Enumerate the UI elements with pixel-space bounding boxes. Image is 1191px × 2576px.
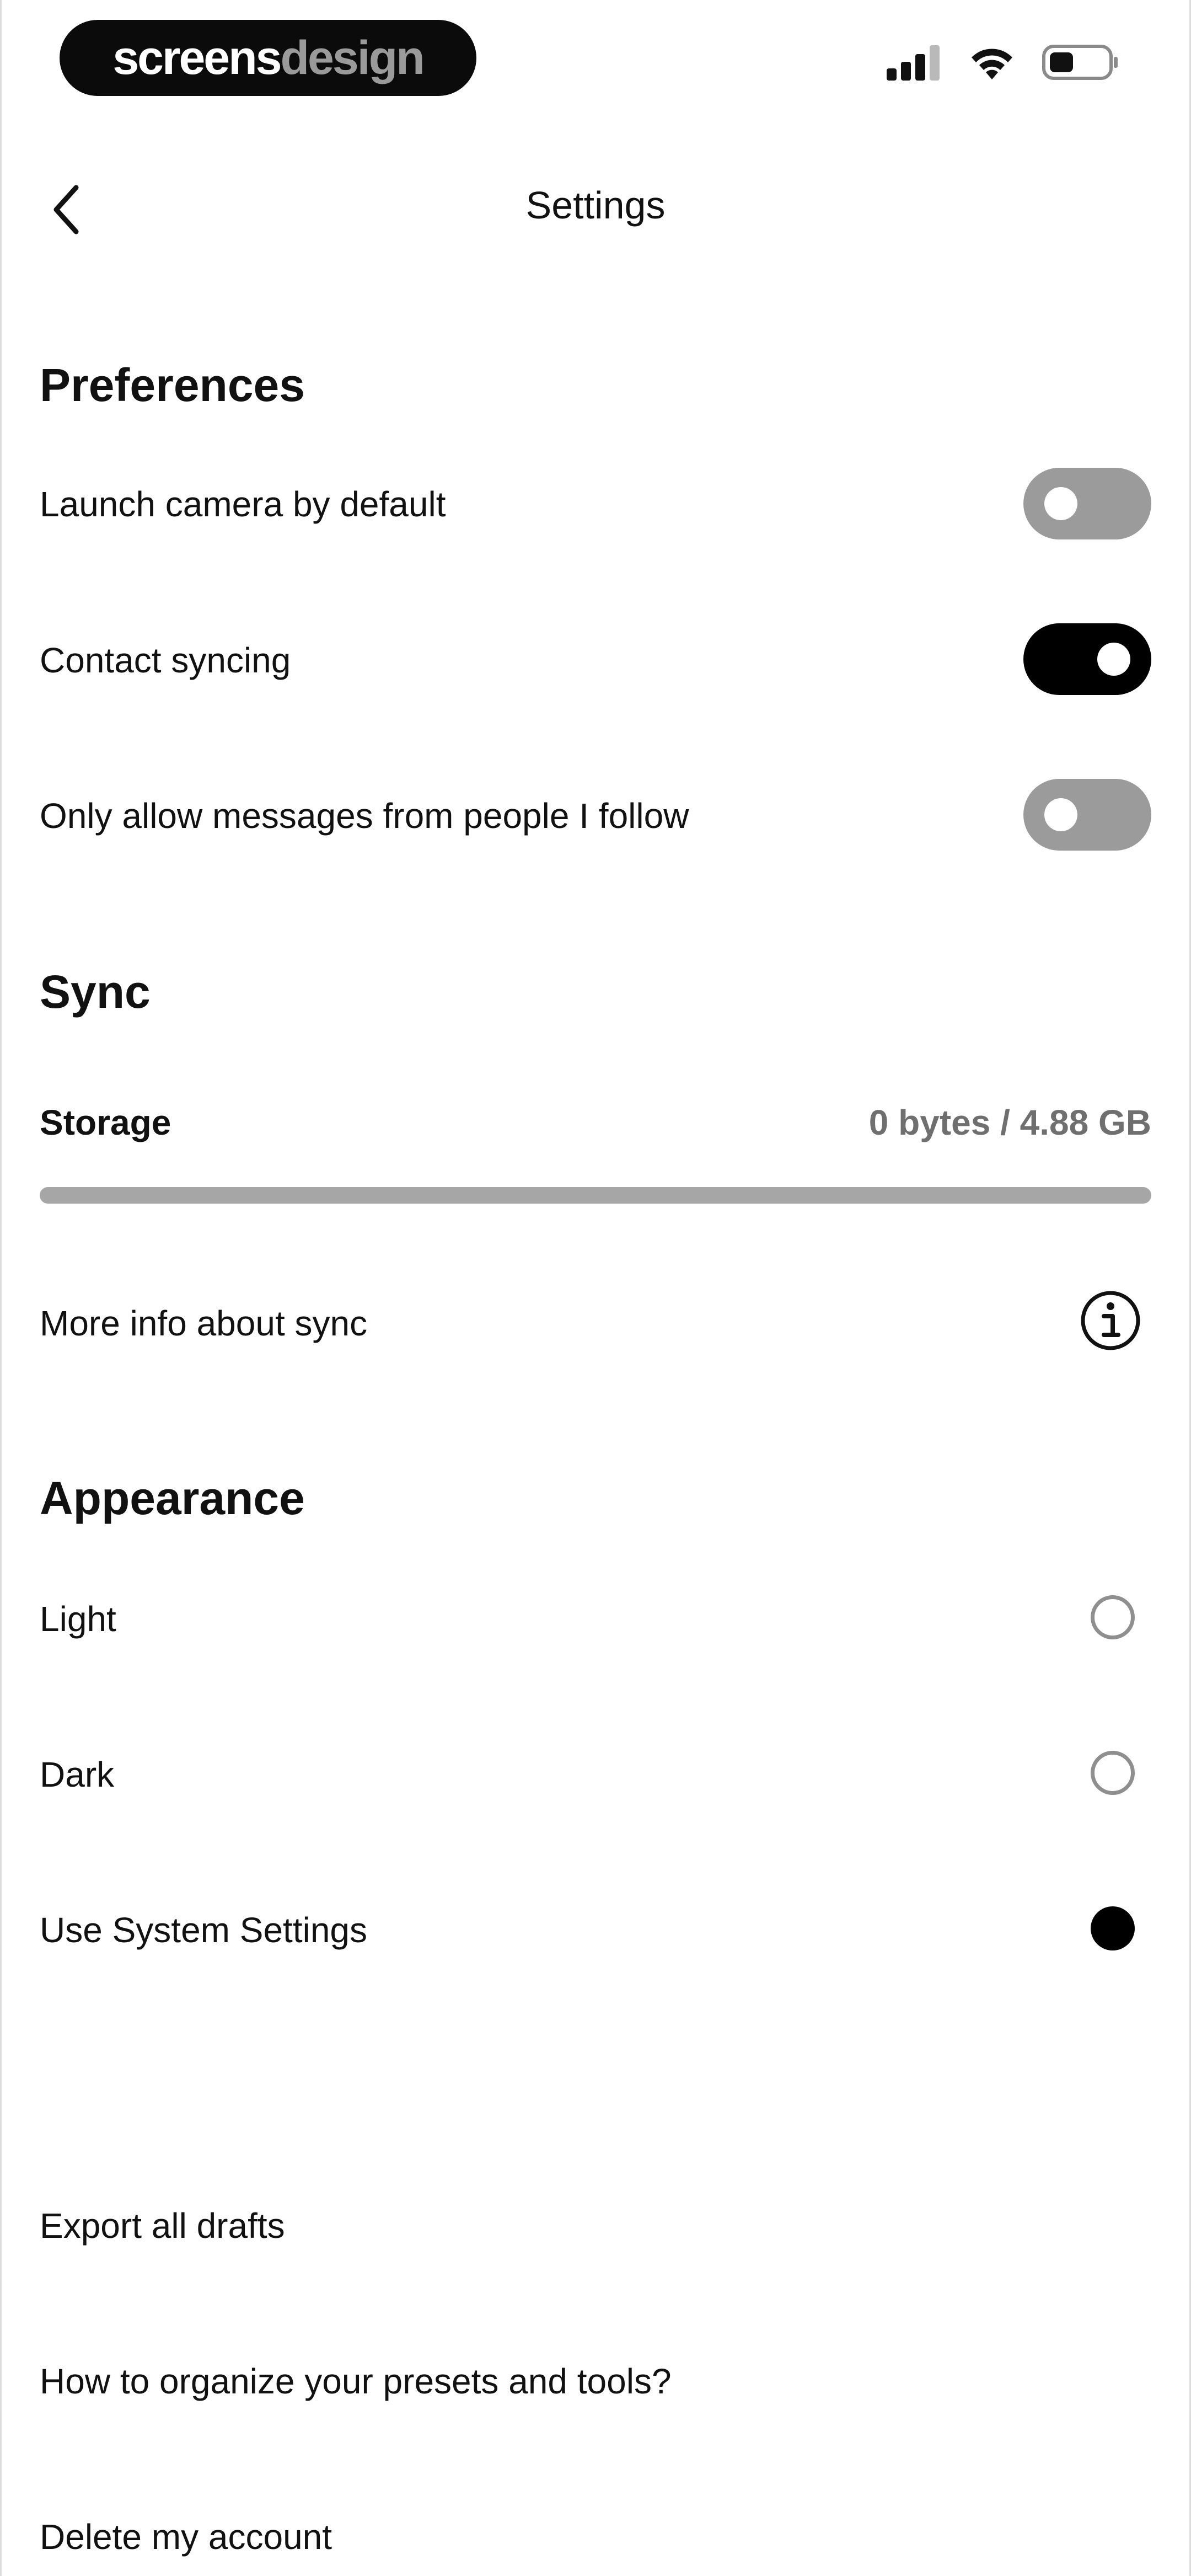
appearance-light-label[interactable]: Light [40,1599,116,1639]
toggle-knob [1044,487,1077,520]
appearance-system-radio[interactable] [1091,1906,1135,1950]
organize-presets-link[interactable]: How to organize your presets and tools? [40,2361,672,2402]
page-title: Settings [525,184,666,227]
appearance-dark-label[interactable]: Dark [40,1754,114,1795]
status-icons [887,43,1119,82]
toggle-knob [1044,798,1077,831]
status-bar: screens design [0,0,1191,110]
storage-progress-bar [40,1187,1151,1204]
cellular-signal-icon [887,45,940,81]
brand-primary-text: screens [112,31,282,84]
battery-icon [1042,45,1118,80]
contact-syncing-toggle[interactable] [1023,623,1151,695]
brand-secondary-text: design [280,31,425,84]
launch-camera-label: Launch camera by default [40,484,446,524]
sync-heading: Sync [40,966,151,1018]
contact-syncing-label: Contact syncing [40,640,291,680]
export-drafts-link[interactable]: Export all drafts [40,2205,285,2246]
appearance-heading: Appearance [40,1472,305,1524]
header: Settings [0,160,1191,259]
more-info-sync-label[interactable]: More info about sync [40,1303,367,1344]
appearance-dark-radio[interactable] [1091,1751,1135,1795]
messages-from-followed-label: Only allow messages from people I follow [40,796,689,836]
storage-value: 0 bytes / 4.88 GB [868,1103,1151,1142]
messages-from-followed-toggle[interactable] [1023,779,1151,851]
brand-logo: screens design [60,20,476,96]
appearance-system-label[interactable]: Use System Settings [40,1910,367,1950]
appearance-light-radio[interactable] [1091,1595,1135,1639]
toggle-knob [1097,643,1130,676]
storage-label: Storage [40,1103,171,1142]
delete-account-link[interactable]: Delete my account [40,2516,332,2557]
launch-camera-toggle[interactable] [1023,468,1151,539]
info-circle-icon[interactable] [1080,1290,1141,1351]
preferences-heading: Preferences [40,359,305,411]
wifi-icon [972,49,1012,79]
